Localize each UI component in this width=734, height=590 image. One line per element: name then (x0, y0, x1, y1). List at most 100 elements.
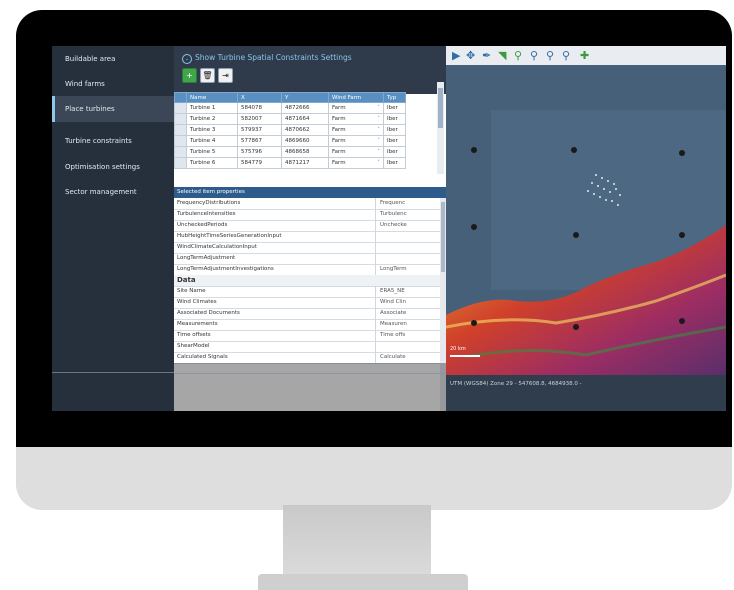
scrollbar-thumb[interactable] (438, 88, 443, 128)
property-value[interactable]: Time offs (380, 330, 405, 341)
zoom-out-icon[interactable]: ⚲ (530, 49, 538, 62)
table-row[interactable]: Turbine 3 579937 4870662 Farm ˅ Iber (174, 124, 406, 136)
zoom-in-icon[interactable]: ⚲ (514, 49, 522, 62)
cell-wind-farm[interactable]: Farm ˅ (328, 113, 384, 125)
cell-type[interactable]: Iber (383, 124, 406, 136)
row-handle[interactable] (174, 146, 187, 158)
chevron-down-icon[interactable]: ˅ (377, 149, 380, 155)
cell-name[interactable]: Turbine 4 (186, 135, 238, 147)
column-header-type[interactable]: Typ (383, 92, 406, 103)
cell-y[interactable]: 4870662 (281, 124, 329, 136)
property-key: Wind Climates (177, 299, 217, 305)
add-turbine-icon[interactable]: ✚ (580, 49, 589, 62)
cell-type[interactable]: Iber (383, 102, 406, 114)
sidebar-item-buildable-area[interactable]: Buildable area (52, 46, 174, 72)
cell-x[interactable]: 577867 (237, 135, 282, 147)
show-constraints-link[interactable]: ⌄ Show Turbine Spatial Constraints Settin… (182, 53, 352, 64)
ruler-icon[interactable]: ◥ (498, 49, 506, 62)
cell-name[interactable]: Turbine 3 (186, 124, 238, 136)
map-canvas[interactable]: 20 km (446, 65, 726, 375)
cell-x[interactable]: 582007 (237, 113, 282, 125)
chevron-down-icon[interactable]: ˅ (377, 138, 380, 144)
column-header-wind-farm[interactable]: Wind Farm (328, 92, 384, 103)
export-turbines-button[interactable]: ⇥ (218, 68, 233, 83)
row-handle[interactable] (174, 102, 187, 114)
row-handle[interactable] (174, 124, 187, 136)
cell-wind-farm[interactable]: Farm ˅ (328, 146, 384, 158)
chevron-down-icon[interactable]: ˅ (377, 105, 380, 111)
sidebar-item-optimisation-settings[interactable]: Optimisation settings (52, 154, 174, 180)
cell-name[interactable]: Turbine 2 (186, 113, 238, 125)
cell-name[interactable]: Turbine 5 (186, 146, 238, 158)
chevron-down-icon[interactable]: ˅ (377, 116, 380, 122)
property-value[interactable]: Turbulenc (380, 209, 407, 220)
cell-x[interactable]: 579937 (237, 124, 282, 136)
table-row[interactable]: Turbine 2 582007 4871664 Farm ˅ Iber (174, 113, 406, 125)
cell-x[interactable]: 584779 (237, 157, 282, 169)
cell-wind-farm-value: Farm (332, 105, 346, 111)
chevron-down-icon[interactable]: ˅ (377, 160, 380, 166)
scrollbar-thumb[interactable] (441, 202, 445, 272)
cell-wind-farm[interactable]: Farm ˅ (328, 157, 384, 169)
row-handle[interactable] (174, 113, 187, 125)
column-header-y[interactable]: Y (281, 92, 329, 103)
add-turbine-button[interactable]: + (182, 68, 197, 83)
cell-wind-farm[interactable]: Farm ˅ (328, 124, 384, 136)
property-value[interactable]: Frequenc (380, 198, 405, 209)
zoom-box-icon[interactable]: ⚲ (546, 49, 554, 62)
cell-name[interactable]: Turbine 6 (186, 157, 238, 169)
cell-y[interactable]: 4871217 (281, 157, 329, 169)
property-key: TurbulenceIntensities (177, 211, 236, 217)
property-key: Measurements (177, 321, 218, 327)
cell-type[interactable]: Iber (383, 135, 406, 147)
sidebar-item-turbine-constraints[interactable]: Turbine constraints (52, 128, 174, 154)
column-header-name[interactable]: Name (186, 92, 238, 103)
cell-wind-farm[interactable]: Farm ˅ (328, 135, 384, 147)
row-handle[interactable] (174, 135, 187, 147)
cell-x[interactable]: 575796 (237, 146, 282, 158)
cell-y[interactable]: 4871664 (281, 113, 329, 125)
property-key: LongTermAdjustment (177, 255, 236, 261)
properties-header: Selected item properties (174, 187, 446, 198)
pan-icon[interactable]: ✥ (466, 49, 475, 62)
property-value[interactable]: LongTerm (380, 264, 407, 275)
cell-y[interactable]: 4868658 (281, 146, 329, 158)
measure-icon[interactable]: ✒ (482, 49, 491, 62)
property-key: UncheckedPeriods (177, 222, 228, 228)
sidebar-item-place-turbines[interactable]: Place turbines (52, 96, 174, 122)
column-separator (375, 198, 376, 209)
property-value[interactable]: Wind Clin (380, 297, 406, 308)
cell-x[interactable]: 584078 (237, 102, 282, 114)
sidebar: Buildable area Wind farms Place turbines… (52, 46, 174, 411)
column-separator (375, 319, 376, 330)
cell-name[interactable]: Turbine 1 (186, 102, 238, 114)
sidebar-item-wind-farms[interactable]: Wind farms (52, 71, 174, 97)
cell-type[interactable]: Iber (383, 157, 406, 169)
scale-label: 20 km (450, 346, 466, 352)
cell-y[interactable]: 4872666 (281, 102, 329, 114)
sidebar-item-sector-management[interactable]: Sector management (52, 179, 174, 205)
map-status-bar: UTM (WGS84) Zone 29 - 547608.8, 4684938.… (446, 375, 726, 411)
table-scrollbar[interactable] (437, 82, 444, 174)
cell-type[interactable]: Iber (383, 113, 406, 125)
chevron-down-icon: ⌄ (182, 54, 192, 64)
map-view[interactable]: ▶ ✥ ✒ ◥ ⚲ ⚲ ⚲ ⚲ ✚ 20 km UTM (WGS84) Zone… (446, 46, 726, 411)
table-row[interactable]: Turbine 6 584779 4871217 Farm ˅ Iber (174, 157, 406, 169)
cell-wind-farm[interactable]: Farm ˅ (328, 102, 384, 114)
zoom-extent-icon[interactable]: ⚲ (562, 49, 570, 62)
property-value[interactable]: Unchecke (380, 220, 407, 231)
cell-y[interactable]: 4869660 (281, 135, 329, 147)
property-value[interactable]: Associate (380, 308, 406, 319)
table-row[interactable]: Turbine 4 577867 4869660 Farm ˅ Iber (174, 135, 406, 147)
table-row[interactable]: Turbine 5 575796 4868658 Farm ˅ Iber (174, 146, 406, 158)
column-header-x[interactable]: X (237, 92, 282, 103)
pointer-icon[interactable]: ▶ (452, 49, 460, 62)
property-value[interactable]: ERA5_NE (380, 286, 405, 297)
property-value[interactable]: Calculate (380, 352, 406, 363)
delete-turbine-button[interactable]: 🗑 (200, 68, 215, 83)
table-row[interactable]: Turbine 1 584078 4872666 Farm ˅ Iber (174, 102, 406, 114)
row-handle[interactable] (174, 157, 187, 169)
cell-type[interactable]: Iber (383, 146, 406, 158)
chevron-down-icon[interactable]: ˅ (377, 127, 380, 133)
property-value[interactable]: Measuren (380, 319, 407, 330)
